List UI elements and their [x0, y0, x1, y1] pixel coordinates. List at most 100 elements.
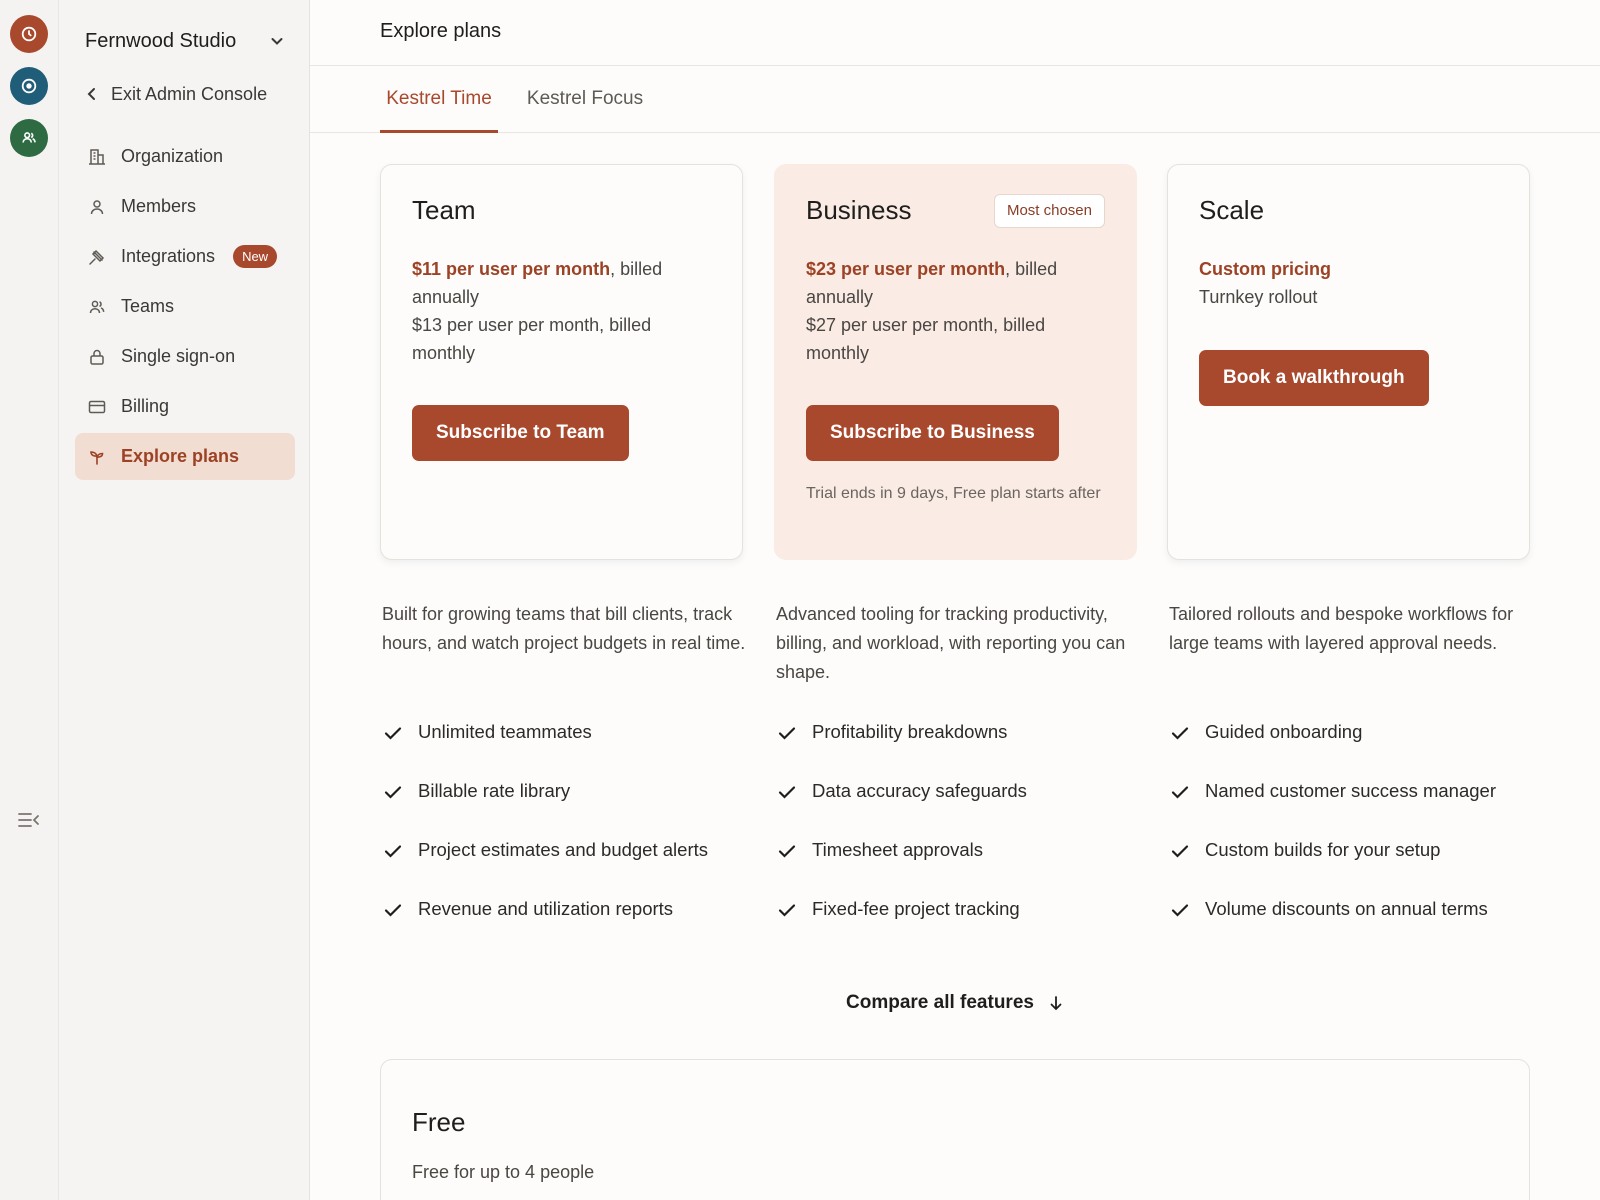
- plan-card-scale: Scale Custom pricing Turnkey rollout Boo…: [1167, 164, 1530, 560]
- chevron-down-icon: [271, 38, 283, 45]
- people-icon: [87, 297, 107, 317]
- feature-label: Named customer success manager: [1205, 780, 1496, 801]
- feature-label: Timesheet approvals: [812, 839, 984, 860]
- admin-sidebar: Fernwood Studio Exit Admin Console Organ…: [59, 0, 310, 1200]
- collapse-sidebar-icon[interactable]: [17, 810, 41, 830]
- org-switcher[interactable]: Fernwood Studio: [85, 26, 285, 56]
- exit-label: Exit Admin Console: [111, 83, 268, 104]
- most-chosen-badge: Most chosen: [993, 194, 1105, 228]
- target-icon[interactable]: [10, 67, 48, 105]
- feature-list-business: Profitability breakdowns Data accuracy s…: [776, 721, 1156, 957]
- sprout-icon: [87, 447, 107, 467]
- check-icon: [1171, 727, 1189, 740]
- sidebar-item-label: Organization: [121, 146, 224, 166]
- feature-label: Project estimates and budget alerts: [418, 839, 708, 860]
- check-icon: [1171, 904, 1189, 917]
- subscribe-business-button[interactable]: Subscribe to Business: [806, 405, 1059, 461]
- compare-label: Compare all features: [846, 992, 1034, 1013]
- trial-note: Trial ends in 9 days, Free plan starts a…: [806, 485, 1101, 502]
- sidebar-item-billing[interactable]: Billing: [75, 383, 295, 430]
- people-icon[interactable]: [10, 119, 48, 157]
- chevron-left-icon: [87, 88, 95, 100]
- plan-description-scale: Tailored rollouts and bespoke workflows …: [1169, 604, 1514, 653]
- plan-description-team: Built for growing teams that bill client…: [382, 604, 746, 653]
- feature-label: Profitability breakdowns: [812, 721, 1008, 742]
- list-item: Volume discounts on annual terms: [1169, 898, 1549, 957]
- price-secondary: $13 per user per month, billed monthly: [412, 315, 652, 363]
- feature-label: Data accuracy safeguards: [812, 780, 1027, 801]
- person-icon: [87, 197, 107, 217]
- new-badge: New: [233, 245, 278, 268]
- check-icon: [778, 727, 796, 740]
- sidebar-item-label: Integrations: [121, 246, 216, 266]
- arrow-down-icon: [1050, 996, 1062, 1011]
- plan-name: Scale: [1199, 195, 1265, 225]
- sidebar-item-teams[interactable]: Teams: [75, 283, 295, 330]
- feature-label: Custom builds for your setup: [1205, 839, 1441, 860]
- feature-label: Billable rate library: [418, 780, 571, 801]
- list-item: Billable rate library: [382, 780, 762, 839]
- feature-list-team: Unlimited teammates Billable rate librar…: [382, 721, 762, 957]
- plan-price: $11 per user per month, billed annually …: [412, 255, 712, 367]
- check-icon: [778, 845, 796, 858]
- price-secondary: Turnkey rollout: [1199, 287, 1318, 307]
- book-walkthrough-button[interactable]: Book a walkthrough: [1199, 350, 1429, 406]
- list-item: Unlimited teammates: [382, 721, 762, 780]
- lock-icon: [87, 347, 107, 367]
- feature-label: Fixed-fee project tracking: [812, 898, 1020, 919]
- price-highlight: Custom pricing: [1199, 259, 1332, 279]
- plan-description-business: Advanced tooling for tracking productivi…: [776, 604, 1126, 682]
- sidebar-item-label: Members: [121, 196, 197, 216]
- plan-name: Team: [412, 195, 476, 225]
- check-icon: [384, 786, 402, 799]
- plan-subtitle: Free for up to 4 people: [412, 1162, 595, 1182]
- feature-label: Volume discounts on annual terms: [1205, 898, 1488, 919]
- sidebar-item-integrations[interactable]: Integrations New: [75, 233, 295, 280]
- price-highlight: $11 per user per month: [412, 259, 611, 279]
- page-title: Explore plans: [380, 20, 502, 42]
- sidebar-item-explore-plans[interactable]: Explore plans: [75, 433, 295, 480]
- list-item: Timesheet approvals: [776, 839, 1156, 898]
- sidebar-item-organization[interactable]: Organization: [75, 133, 295, 180]
- list-item: Named customer success manager: [1169, 780, 1549, 839]
- list-item: Custom builds for your setup: [1169, 839, 1549, 898]
- check-icon: [1171, 845, 1189, 858]
- feature-label: Revenue and utilization reports: [418, 898, 674, 919]
- org-name: Fernwood Studio: [85, 29, 237, 52]
- plan-name: Free: [412, 1107, 466, 1137]
- admin-nav: Organization Members Integrations New Te…: [75, 133, 295, 483]
- price-highlight: $23 per user per month: [806, 259, 1006, 279]
- plan-price: Custom pricing Turnkey rollout: [1199, 255, 1499, 311]
- list-item: Data accuracy safeguards: [776, 780, 1156, 839]
- check-icon: [778, 786, 796, 799]
- check-icon: [1171, 786, 1189, 799]
- plan-price: $23 per user per month, billed annually …: [806, 255, 1106, 367]
- compare-all-features-link[interactable]: Compare all features: [846, 990, 1064, 1016]
- list-item: Guided onboarding: [1169, 721, 1549, 780]
- clock-icon[interactable]: [10, 15, 48, 53]
- card-icon: [87, 397, 107, 417]
- main-content: Explore plans Kestrel Time Kestrel Focus…: [310, 0, 1600, 1200]
- list-item: Fixed-fee project tracking: [776, 898, 1156, 957]
- top-bar: Explore plans: [310, 0, 1600, 66]
- subscribe-team-button[interactable]: Subscribe to Team: [412, 405, 629, 461]
- feature-label: Guided onboarding: [1205, 721, 1363, 742]
- sidebar-item-label: Billing: [121, 396, 170, 416]
- exit-admin-console-link[interactable]: Exit Admin Console: [85, 79, 267, 109]
- list-item: Revenue and utilization reports: [382, 898, 762, 957]
- feature-list-scale: Guided onboarding Named customer success…: [1169, 721, 1549, 957]
- sidebar-item-members[interactable]: Members: [75, 183, 295, 230]
- sidebar-item-label: Single sign-on: [121, 346, 236, 366]
- tab-kestrel-time[interactable]: Kestrel Time: [380, 66, 498, 133]
- list-item: Profitability breakdowns: [776, 721, 1156, 780]
- tab-kestrel-focus[interactable]: Kestrel Focus: [520, 66, 650, 133]
- feature-label: Unlimited teammates: [418, 721, 592, 742]
- plan-card-team: Team $11 per user per month, billed annu…: [380, 164, 743, 560]
- check-icon: [384, 845, 402, 858]
- check-icon: [384, 904, 402, 917]
- sidebar-item-label: Explore plans: [121, 446, 240, 466]
- plan-card-free: Free Free for up to 4 people: [380, 1059, 1530, 1200]
- sidebar-item-single-sign-on[interactable]: Single sign-on: [75, 333, 295, 380]
- product-tabs: Kestrel Time Kestrel Focus: [310, 66, 1600, 133]
- sidebar-item-label: Teams: [121, 296, 175, 316]
